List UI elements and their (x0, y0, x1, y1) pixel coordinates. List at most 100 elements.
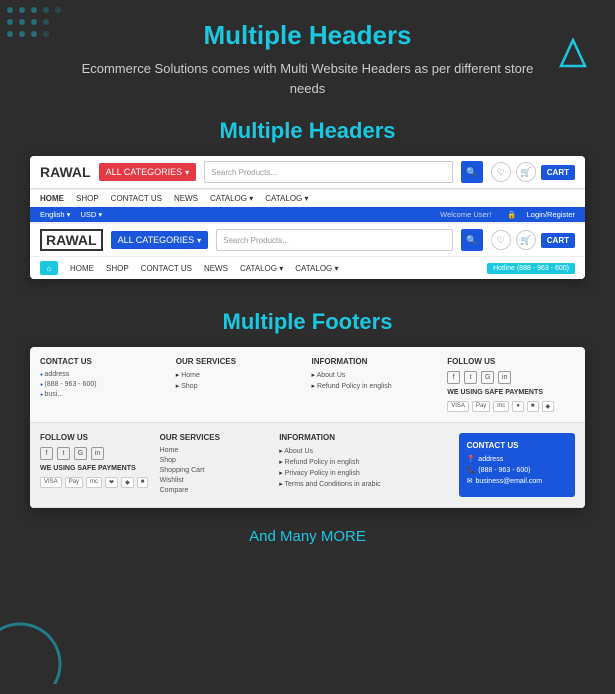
social-google[interactable]: G (481, 371, 494, 384)
footer-contact-title: CONTACT US (40, 357, 168, 366)
payment-logos: VISA Pay mc ● ■ ◆ (447, 401, 575, 412)
header2-search-bar[interactable]: Search Products... (216, 229, 453, 251)
payment-paypal: Pay (472, 401, 490, 412)
footer-row-1: CONTACT US address (888 - 963 - 600) bus… (30, 347, 585, 423)
footer-row2-cart: Shopping Cart (160, 467, 272, 474)
footer-info-about: About Us (312, 371, 440, 379)
payment-other2: ■ (527, 401, 539, 412)
email-icon: ✉ (467, 477, 473, 485)
social2-twitter[interactable]: t (57, 447, 70, 460)
nav-contact-us[interactable]: CONTACT US (111, 194, 162, 203)
header1-search-bar[interactable]: Search Products... (204, 161, 453, 183)
payment2-mc: mc (86, 477, 102, 488)
footers-sub-plain: Multiple (223, 309, 306, 334)
headers-section-heading: Multiple Headers Ecommerce Solutions com… (30, 20, 585, 98)
footer-col-contact-us: CONTACT US address (888 - 963 - 600) bus… (40, 357, 168, 412)
payment2-visa: VISA (40, 477, 62, 488)
header2-all-categories-btn[interactable]: ALL CATEGORIES (111, 231, 209, 249)
payment-logos-row2: VISA Pay mc ❤ ◆ ■ (40, 477, 152, 488)
decorative-circle-bottom-left (0, 604, 80, 684)
footer-service-shop: Shop (176, 382, 304, 390)
footer-info-refund: Refund Policy in english (312, 382, 440, 390)
header1-top-bar: RAWAL ALL CATEGORIES Search Products... … (30, 156, 585, 189)
footer-contact-us-box: CONTACT US 📍 address 📞 (888 - 963 - 600)… (459, 433, 575, 497)
headers-description: Ecommerce Solutions comes with Multi Web… (68, 59, 548, 98)
footer-safe-payments: WE USING SAFE PAYMENTS (447, 389, 575, 396)
social2-facebook[interactable]: f (40, 447, 53, 460)
lang-bar: English ▾ USD ▾ Welcome User! 🔒 Login/Re… (30, 207, 585, 222)
social-linkedin[interactable]: in (498, 371, 511, 384)
footer-phone: (888 - 963 - 600) (40, 381, 168, 388)
header1-nav-bar: HOME SHOP CONTACT US NEWS CATALOG ▾ CATA… (30, 189, 585, 207)
header2-cart-icon[interactable]: 🛒 (516, 230, 536, 250)
cart-icon[interactable]: 🛒 (516, 162, 536, 182)
footer-row-2: FOLLOW US f t G in WE USING SAFE PAYMENT… (30, 423, 585, 508)
footer-row2-home: Home (160, 447, 272, 454)
safe-payments-row2: WE USING SAFE PAYMENTS VISA Pay mc ❤ ◆ ■ (40, 465, 152, 488)
footer-row2-privacy: Privacy Policy in english (279, 469, 446, 477)
footer-col-follow: FOLLOW US f t G in WE USING SAFE PAYMENT… (447, 357, 575, 412)
footer-email: busi... (40, 391, 168, 398)
nav2-catalog1[interactable]: CATALOG ▾ (240, 264, 283, 273)
social2-google[interactable]: G (74, 447, 87, 460)
payment-visa: VISA (447, 401, 469, 412)
header2-icons: ♡ 🛒 CART (491, 230, 575, 250)
footers-sub-heading: Multiple Footers (30, 309, 585, 335)
contact-us-address: 📍 address (467, 455, 567, 463)
social-facebook[interactable]: f (447, 371, 460, 384)
nav2-contact-us[interactable]: CONTACT US (141, 264, 192, 273)
header1-logo: RAWAL (40, 164, 91, 180)
footer-col-info: INFORMATION About Us Refund Policy in en… (312, 357, 440, 412)
footer-row2-shop: Shop (160, 457, 272, 464)
address-icon: 📍 (467, 455, 476, 463)
wishlist-icon[interactable]: ♡ (491, 162, 511, 182)
nav2-news[interactable]: NEWS (204, 264, 228, 273)
payment2-other3: ■ (137, 477, 149, 488)
header2-search-btn[interactable]: 🔍 (461, 229, 483, 251)
footer-row2-follow-title: FOLLOW US (40, 433, 152, 442)
nav-news[interactable]: NEWS (174, 194, 198, 203)
footer-social-icons: f t G in (447, 371, 575, 384)
lock-icon: 🔒 (507, 210, 516, 219)
header2-cart-btn[interactable]: CART (541, 233, 575, 248)
nav2-shop[interactable]: SHOP (106, 264, 129, 273)
payment-other3: ◆ (542, 401, 555, 412)
footer-row2-info-title: INFORMATION (279, 433, 446, 442)
footers-sub-accent: Footers (312, 309, 393, 334)
home-icon-btn[interactable]: ⌂ (40, 261, 58, 275)
nav2-home[interactable]: HOME (70, 264, 94, 273)
nav-shop[interactable]: SHOP (76, 194, 99, 203)
login-register-link[interactable]: Login/Register (527, 210, 575, 219)
sub-heading-plain: Multiple (219, 118, 302, 143)
header2-top-bar: RAWAL ALL CATEGORIES Search Products... … (30, 224, 585, 256)
welcome-text: Welcome User! (440, 210, 491, 219)
header1-icons: ♡ 🛒 CART (491, 162, 575, 182)
footer-row2-info: INFORMATION About Us Refund Policy in en… (279, 433, 446, 497)
cart-btn[interactable]: CART (541, 165, 575, 180)
contact-us-email: ✉ business@email.com (467, 477, 567, 485)
payment2-other1: ❤ (105, 477, 118, 488)
footer-service-home: Home (176, 371, 304, 379)
contact-us-box-title: CONTACT US (467, 441, 567, 450)
all-categories-btn[interactable]: ALL CATEGORIES (99, 163, 197, 181)
phone-icon: 📞 (467, 466, 476, 474)
social-twitter[interactable]: t (464, 371, 477, 384)
nav-catalog1[interactable]: CATALOG ▾ (210, 194, 253, 203)
header1-search-btn[interactable]: 🔍 (461, 161, 483, 183)
lang-option[interactable]: English ▾ (40, 210, 70, 219)
nav-catalog2[interactable]: CATALOG ▾ (265, 194, 308, 203)
footer-preview-box: CONTACT US address (888 - 963 - 600) bus… (30, 347, 585, 508)
nav-home[interactable]: HOME (40, 194, 64, 203)
header2-nav-bar: ⌂ HOME SHOP CONTACT US NEWS CATALOG ▾ CA… (30, 256, 585, 279)
nav2-catalog2[interactable]: CATALOG ▾ (295, 264, 338, 273)
footer-follow-title: FOLLOW US (447, 357, 575, 366)
footer-row2-refund: Refund Policy in english (279, 458, 446, 466)
currency-option[interactable]: USD ▾ (80, 210, 102, 219)
footer-row2-social-icons: f t G in (40, 447, 152, 460)
social2-linkedin[interactable]: in (91, 447, 104, 460)
footer-services-title: OUR SERVICES (176, 357, 304, 366)
header2-wishlist-icon[interactable]: ♡ (491, 230, 511, 250)
hotline-badge: Hotline (888 - 963 - 600) (487, 263, 575, 274)
footer-row2-wishlist: Wishlist (160, 477, 272, 484)
footer-row2-services-title: OUR SERVICES (160, 433, 272, 442)
